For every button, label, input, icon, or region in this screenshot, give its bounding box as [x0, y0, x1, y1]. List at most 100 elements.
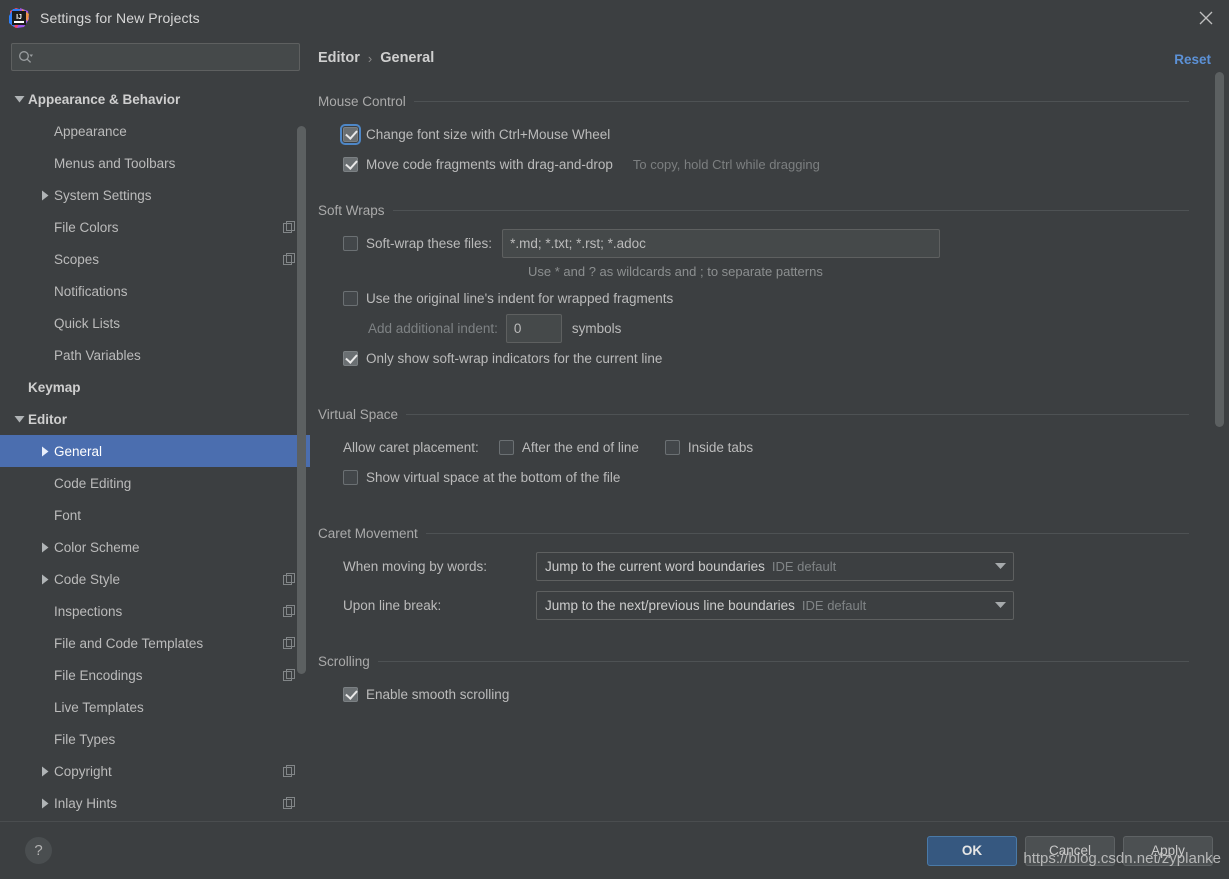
- row-change-font-size: Change font size with Ctrl+Mouse Wheel: [318, 119, 1189, 149]
- sidebar-item-label: Code Style: [54, 572, 283, 587]
- breadcrumb: Editor › General: [318, 50, 434, 66]
- soft-wrap-files-input[interactable]: [502, 229, 940, 258]
- reset-link[interactable]: Reset: [1174, 52, 1211, 67]
- sidebar-item-appearance[interactable]: Appearance: [0, 115, 310, 147]
- sidebar-item-menus-and-toolbars[interactable]: Menus and Toolbars: [0, 147, 310, 179]
- hint-move-code-fragments: To copy, hold Ctrl while dragging: [633, 157, 820, 172]
- search-box[interactable]: [11, 43, 300, 71]
- ok-button[interactable]: OK: [927, 836, 1017, 866]
- row-original-indent: Use the original line's indent for wrapp…: [318, 283, 1189, 313]
- checkbox-enable-smooth-scrolling[interactable]: [343, 687, 358, 702]
- section-header: Mouse Control: [318, 94, 1189, 109]
- combo-upon-line-break[interactable]: Jump to the next/previous line boundarie…: [536, 591, 1014, 620]
- sidebar-scrollbar-thumb[interactable]: [297, 126, 306, 674]
- copy-settings-icon[interactable]: [283, 765, 296, 778]
- row-move-code-fragments: Move code fragments with drag-and-drop T…: [318, 149, 1189, 179]
- sidebar-item-keymap[interactable]: Keymap: [0, 371, 310, 403]
- section-divider: [393, 210, 1189, 211]
- apply-button[interactable]: Apply: [1123, 836, 1213, 866]
- chevron-right-icon[interactable]: [36, 766, 54, 777]
- sidebar-item-notifications[interactable]: Notifications: [0, 275, 310, 307]
- close-icon[interactable]: [1183, 0, 1229, 36]
- sidebar-item-editor[interactable]: Editor: [0, 403, 310, 435]
- checkbox-soft-wrap-files[interactable]: [343, 236, 358, 251]
- chevron-down-icon[interactable]: [10, 95, 28, 103]
- sidebar-item-file-encodings[interactable]: File Encodings: [0, 659, 310, 691]
- copy-settings-icon[interactable]: [283, 605, 296, 618]
- chevron-right-icon[interactable]: [36, 574, 54, 585]
- sidebar-item-file-and-code-templates[interactable]: File and Code Templates: [0, 627, 310, 659]
- row-add-additional-indent: Add additional indent: symbols: [318, 313, 1189, 343]
- breadcrumb-parent[interactable]: Editor: [318, 50, 360, 66]
- sidebar-item-scopes[interactable]: Scopes: [0, 243, 310, 275]
- checkbox-after-end-of-line[interactable]: [499, 440, 514, 455]
- row-when-moving-by-words: When moving by words: Jump to the curren…: [318, 551, 1189, 581]
- sidebar-item-system-settings[interactable]: System Settings: [0, 179, 310, 211]
- section-virtual-space: Virtual Space Allow caret placement: Aft…: [318, 407, 1189, 492]
- sidebar-item-label: Keymap: [28, 380, 296, 395]
- search-input[interactable]: [34, 50, 293, 65]
- chevron-down-icon: [994, 562, 1007, 570]
- cancel-button[interactable]: Cancel: [1025, 836, 1115, 866]
- sidebar-item-label: Path Variables: [54, 348, 296, 363]
- checkbox-show-virtual-space[interactable]: [343, 470, 358, 485]
- section-divider: [406, 414, 1189, 415]
- sidebar-item-color-scheme[interactable]: Color Scheme: [0, 531, 310, 563]
- checkbox-only-show-indicators[interactable]: [343, 351, 358, 366]
- chevron-right-icon[interactable]: [36, 190, 54, 201]
- sidebar-item-inspections[interactable]: Inspections: [0, 595, 310, 627]
- sidebar-item-appearance-behavior[interactable]: Appearance & Behavior: [0, 83, 310, 115]
- settings-tree[interactable]: Appearance & BehaviorAppearanceMenus and…: [0, 83, 310, 821]
- sidebar-item-font[interactable]: Font: [0, 499, 310, 531]
- section-mouse-control: Mouse Control Change font size with Ctrl…: [318, 94, 1189, 179]
- section-header: Virtual Space: [318, 407, 1189, 422]
- add-additional-indent-input[interactable]: [506, 314, 562, 343]
- chevron-right-icon[interactable]: [36, 798, 54, 809]
- row-soft-wrap-files: Soft-wrap these files:: [318, 228, 1189, 258]
- copy-settings-icon[interactable]: [283, 637, 296, 650]
- sidebar-item-label: Code Editing: [54, 476, 296, 491]
- checkbox-inside-tabs[interactable]: [665, 440, 680, 455]
- copy-settings-icon[interactable]: [283, 797, 296, 810]
- chevron-down-icon[interactable]: [10, 415, 28, 423]
- section-caret-movement: Caret Movement When moving by words: Jum…: [318, 526, 1189, 620]
- section-title: Soft Wraps: [318, 203, 385, 218]
- section-header: Scrolling: [318, 654, 1189, 669]
- copy-settings-icon[interactable]: [283, 253, 296, 266]
- copy-settings-icon[interactable]: [283, 573, 296, 586]
- combo-when-moving-by-words[interactable]: Jump to the current word boundaries IDE …: [536, 552, 1014, 581]
- label-when-moving-by-words: When moving by words:: [343, 559, 528, 574]
- label-inside-tabs: Inside tabs: [688, 440, 753, 455]
- content-scrollbar-thumb[interactable]: [1215, 72, 1224, 427]
- copy-settings-icon[interactable]: [283, 669, 296, 682]
- section-title: Mouse Control: [318, 94, 406, 109]
- sidebar-item-code-style[interactable]: Code Style: [0, 563, 310, 595]
- checkbox-change-font-size[interactable]: [343, 127, 358, 142]
- label-after-end-of-line: After the end of line: [522, 440, 639, 455]
- sidebar-item-live-templates[interactable]: Live Templates: [0, 691, 310, 723]
- chevron-right-icon[interactable]: [36, 542, 54, 553]
- sidebar-item-copyright[interactable]: Copyright: [0, 755, 310, 787]
- sidebar-item-file-colors[interactable]: File Colors: [0, 211, 310, 243]
- combo-value: Jump to the current word boundaries: [545, 559, 765, 574]
- label-allow-caret-placement: Allow caret placement:: [343, 440, 479, 455]
- sidebar-item-code-editing[interactable]: Code Editing: [0, 467, 310, 499]
- checkbox-move-code-fragments[interactable]: [343, 157, 358, 172]
- checkbox-original-indent[interactable]: [343, 291, 358, 306]
- sidebar-item-file-types[interactable]: File Types: [0, 723, 310, 755]
- label-show-virtual-space: Show virtual space at the bottom of the …: [366, 470, 620, 485]
- sidebar-item-path-variables[interactable]: Path Variables: [0, 339, 310, 371]
- sidebar-item-label: Live Templates: [54, 700, 296, 715]
- sidebar-item-quick-lists[interactable]: Quick Lists: [0, 307, 310, 339]
- combo-value: Jump to the next/previous line boundarie…: [545, 598, 795, 613]
- label-original-indent: Use the original line's indent for wrapp…: [366, 291, 673, 306]
- sidebar-item-general[interactable]: General: [0, 435, 310, 467]
- sidebar-item-label: Editor: [28, 412, 296, 427]
- settings-sidebar: Appearance & BehaviorAppearanceMenus and…: [0, 36, 310, 821]
- copy-settings-icon[interactable]: [283, 221, 296, 234]
- chevron-right-icon[interactable]: [36, 446, 54, 457]
- help-button[interactable]: ?: [25, 837, 52, 864]
- sidebar-item-label: File and Code Templates: [54, 636, 283, 651]
- sidebar-item-label: Inspections: [54, 604, 283, 619]
- sidebar-item-inlay-hints[interactable]: Inlay Hints: [0, 787, 310, 819]
